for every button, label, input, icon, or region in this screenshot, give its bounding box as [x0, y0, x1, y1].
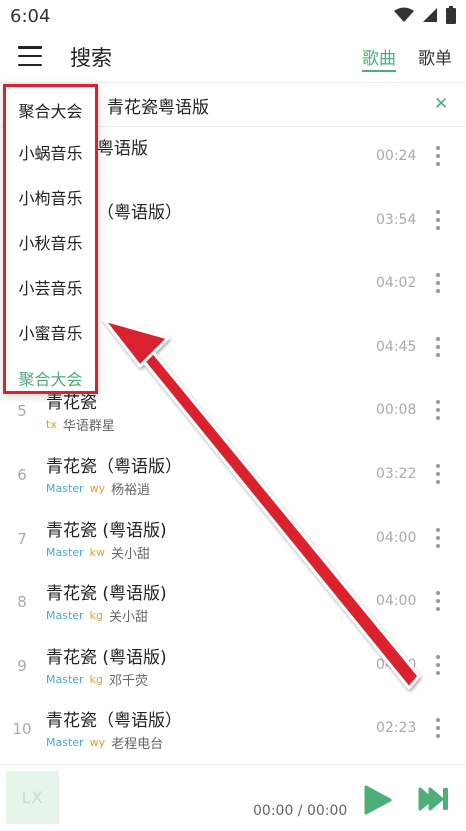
source-badge: wy	[89, 482, 106, 495]
song-duration: 02:23	[376, 720, 417, 737]
song-artist: 杨裕逍	[111, 483, 151, 498]
source-option[interactable]: 小秋音乐	[6, 219, 95, 264]
result-index: 8	[17, 593, 27, 612]
more-options-icon[interactable]	[433, 209, 443, 230]
active-tab-indicator	[362, 70, 396, 72]
battery-icon	[446, 6, 456, 24]
song-duration: 04:10	[376, 656, 417, 673]
page-title: 搜索	[70, 46, 112, 70]
song-meta: tx 华语群星	[46, 415, 115, 434]
status-bar: 6:04	[0, 0, 466, 32]
menu-icon[interactable]	[18, 46, 42, 66]
song-title: 青花瓷 (粤语版)	[46, 584, 167, 605]
play-icon[interactable]	[362, 785, 392, 815]
song-duration: 04:02	[376, 275, 417, 292]
song-title: 青花瓷 (粤语版)	[46, 647, 167, 668]
song-artist: 华语群星	[62, 419, 115, 435]
tab-playlists[interactable]: 歌单	[418, 44, 452, 69]
song-duration: 04:00	[376, 593, 417, 610]
song-artist: 关小甜	[110, 546, 150, 562]
song-meta: Master wy 老程电台	[46, 733, 163, 752]
result-row[interactable]: 7 青花瓷 (粤语版) Master kw 关小甜 04:00	[0, 508, 466, 572]
more-options-icon[interactable]	[433, 273, 443, 294]
source-badge: kg	[89, 609, 103, 623]
player-bar: LX 00:00 / 00:00	[0, 764, 466, 831]
status-time: 6:04	[10, 6, 51, 27]
quality-badge: Master	[46, 672, 84, 686]
source-badge: kg	[89, 672, 103, 686]
more-options-icon[interactable]	[433, 718, 443, 739]
result-row[interactable]: 8 青花瓷 (粤语版) Master kg 关小甜 04:00	[0, 571, 466, 635]
song-meta: Master wy 杨裕逍	[46, 479, 150, 498]
source-badge: wy	[89, 736, 106, 750]
song-artist: 关小甜	[108, 610, 148, 626]
status-icons	[394, 6, 456, 24]
result-index: 7	[17, 529, 27, 548]
next-icon[interactable]	[418, 787, 450, 811]
song-meta: Master kg 关小甜	[46, 606, 148, 625]
source-option-current[interactable]: 聚合大会	[6, 355, 95, 400]
more-options-icon[interactable]	[433, 146, 443, 166]
result-index: 9	[17, 656, 27, 675]
more-options-icon[interactable]	[433, 591, 443, 612]
quality-badge: Master	[46, 609, 84, 623]
song-duration: 03:22	[376, 466, 417, 482]
search-input[interactable]: 青花瓷粤语版	[107, 93, 209, 118]
result-index: 6	[17, 466, 27, 484]
more-options-icon[interactable]	[433, 400, 443, 421]
song-meta: Master kw 关小甜	[46, 543, 150, 562]
more-options-icon[interactable]	[433, 464, 443, 484]
song-artist: 邓千荧	[108, 673, 148, 689]
source-option[interactable]: 聚合大会	[6, 87, 95, 132]
song-duration: 04:45	[376, 338, 417, 355]
song-duration: 00:24	[376, 148, 417, 164]
source-badge: tx	[46, 418, 57, 432]
song-duration: 04:00	[376, 529, 417, 546]
result-row[interactable]: 10 青花瓷（粤语版） Master wy 老程电台 02:23	[0, 698, 466, 762]
playback-time: 00:00 / 00:00	[253, 803, 348, 819]
source-dropdown-menu: 聚合大会 小蜗音乐 小枸音乐 小秋音乐 小芸音乐 小蜜音乐 聚合大会	[3, 84, 98, 394]
album-cover[interactable]: LX	[6, 771, 59, 824]
source-option[interactable]: 小枸音乐	[6, 174, 95, 219]
song-duration: 00:08	[376, 402, 417, 419]
song-title: 青花瓷 (粤语版)	[46, 520, 167, 541]
song-title: 青花瓷（粤语版）	[46, 711, 182, 732]
app-header: 搜索 歌曲 歌单	[0, 32, 466, 83]
song-meta: Master kg 邓千荧	[46, 670, 148, 689]
quality-badge: Master	[46, 545, 84, 559]
tab-songs[interactable]: 歌曲	[362, 44, 396, 69]
source-option[interactable]: 小蜗音乐	[6, 129, 95, 174]
result-row[interactable]: 6 青花瓷（粤语版） Master wy 杨裕逍 03:22	[0, 444, 466, 508]
song-artist: 老程电台	[111, 737, 164, 753]
song-title: 青花瓷（粤语版）	[46, 457, 182, 477]
more-options-icon[interactable]	[433, 654, 443, 675]
quality-badge: Master	[46, 736, 84, 750]
source-badge: kw	[89, 545, 105, 559]
result-index: 5	[17, 402, 27, 421]
source-option[interactable]: 小芸音乐	[6, 264, 95, 309]
source-option[interactable]: 小蜜音乐	[6, 309, 95, 354]
song-duration: 03:54	[376, 211, 417, 228]
quality-badge: Master	[46, 482, 84, 495]
result-row[interactable]: 9 青花瓷 (粤语版) Master kg 邓千荧 04:10	[0, 635, 466, 699]
more-options-icon[interactable]	[433, 336, 443, 357]
result-index: 10	[12, 720, 32, 739]
more-options-icon[interactable]	[433, 527, 443, 548]
signal-icon	[423, 8, 437, 22]
close-icon[interactable]: ✕	[434, 94, 448, 114]
wifi-icon	[394, 7, 414, 22]
